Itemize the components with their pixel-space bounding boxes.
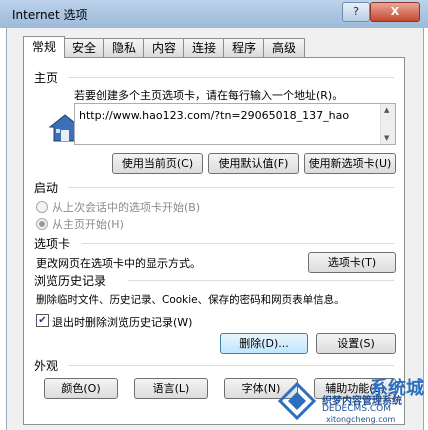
windows-logo-icon	[277, 381, 317, 421]
title-bar: Internet 选项 ? X	[0, 0, 428, 28]
delete-on-exit-checkbox[interactable]: ✔	[36, 314, 49, 327]
watermark: 系统城 织梦内容管理系统 DEDECMS.COM xitongcheng.com	[270, 372, 428, 430]
watermark-line2: DEDECMS.COM	[322, 404, 391, 414]
radio-last-session-label: 从上次会话中的选项卡开始(B)	[52, 201, 201, 214]
window-title: Internet 选项	[12, 8, 88, 22]
languages-button[interactable]: 语言(L)	[134, 378, 208, 399]
history-divider	[128, 280, 394, 281]
startup-divider	[68, 187, 394, 188]
tab-content[interactable]: 内容	[143, 38, 185, 57]
delete-history-button[interactable]: 删除(D)...	[220, 333, 308, 354]
history-section-label: 浏览历史记录	[34, 274, 107, 288]
tab-connections[interactable]: 连接	[183, 38, 225, 57]
dialog-client: 常规 安全 隐私 内容 连接 程序 高级 主页 若要创建多个主页选项卡，请在每行…	[6, 28, 424, 430]
tabs-settings-button[interactable]: 选项卡(T)	[308, 252, 396, 273]
colors-button[interactable]: 颜色(O)	[44, 378, 118, 399]
tabs-section-label: 选项卡	[34, 237, 71, 251]
history-description: 删除临时文件、历史记录、Cookie、保存的密码和网页表单信息。	[36, 294, 345, 306]
radio-home-page[interactable]	[36, 218, 48, 230]
close-button[interactable]: X	[370, 2, 420, 22]
home-url-value: http://www.hao123.com/?tn=29065018_137_h…	[79, 109, 350, 122]
use-current-button[interactable]: 使用当前页(C)	[112, 153, 203, 174]
watermark-line3: xitongcheng.com	[326, 415, 396, 424]
scroll-down-icon[interactable]: ▼	[384, 134, 389, 142]
radio-home-page-label: 从主页开始(H)	[52, 218, 124, 231]
help-button[interactable]: ?	[342, 2, 370, 22]
appearance-section-label: 外观	[34, 359, 59, 373]
use-default-button[interactable]: 使用默认值(F)	[208, 153, 299, 174]
textarea-scrollbar[interactable]: ▲ ▼	[380, 104, 395, 144]
tabs-divider	[82, 243, 394, 244]
home-description: 若要创建多个主页选项卡，请在每行输入一个地址(R)。	[74, 89, 344, 102]
home-divider	[68, 77, 394, 78]
history-settings-button[interactable]: 设置(S)	[316, 333, 396, 354]
appearance-divider	[68, 365, 394, 366]
general-panel: 主页 若要创建多个主页选项卡，请在每行输入一个地址(R)。 http://www…	[23, 57, 405, 425]
scroll-up-icon[interactable]: ▲	[384, 106, 389, 114]
tab-security[interactable]: 安全	[63, 38, 105, 57]
use-new-tab-button[interactable]: 使用新选项卡(U)	[304, 153, 396, 174]
tabs-description: 更改网页在选项卡中的显示方式。	[36, 257, 201, 270]
radio-last-session[interactable]	[36, 201, 48, 213]
delete-on-exit-label: 退出时删除浏览历史记录(W)	[52, 316, 193, 329]
tab-programs[interactable]: 程序	[223, 38, 265, 57]
startup-section-label: 启动	[34, 181, 59, 195]
tab-advanced[interactable]: 高级	[263, 38, 305, 57]
tab-privacy[interactable]: 隐私	[103, 38, 145, 57]
home-section-label: 主页	[34, 71, 59, 85]
home-url-textarea[interactable]: http://www.hao123.com/?tn=29065018_137_h…	[74, 103, 396, 145]
tab-general[interactable]: 常规	[23, 36, 65, 58]
